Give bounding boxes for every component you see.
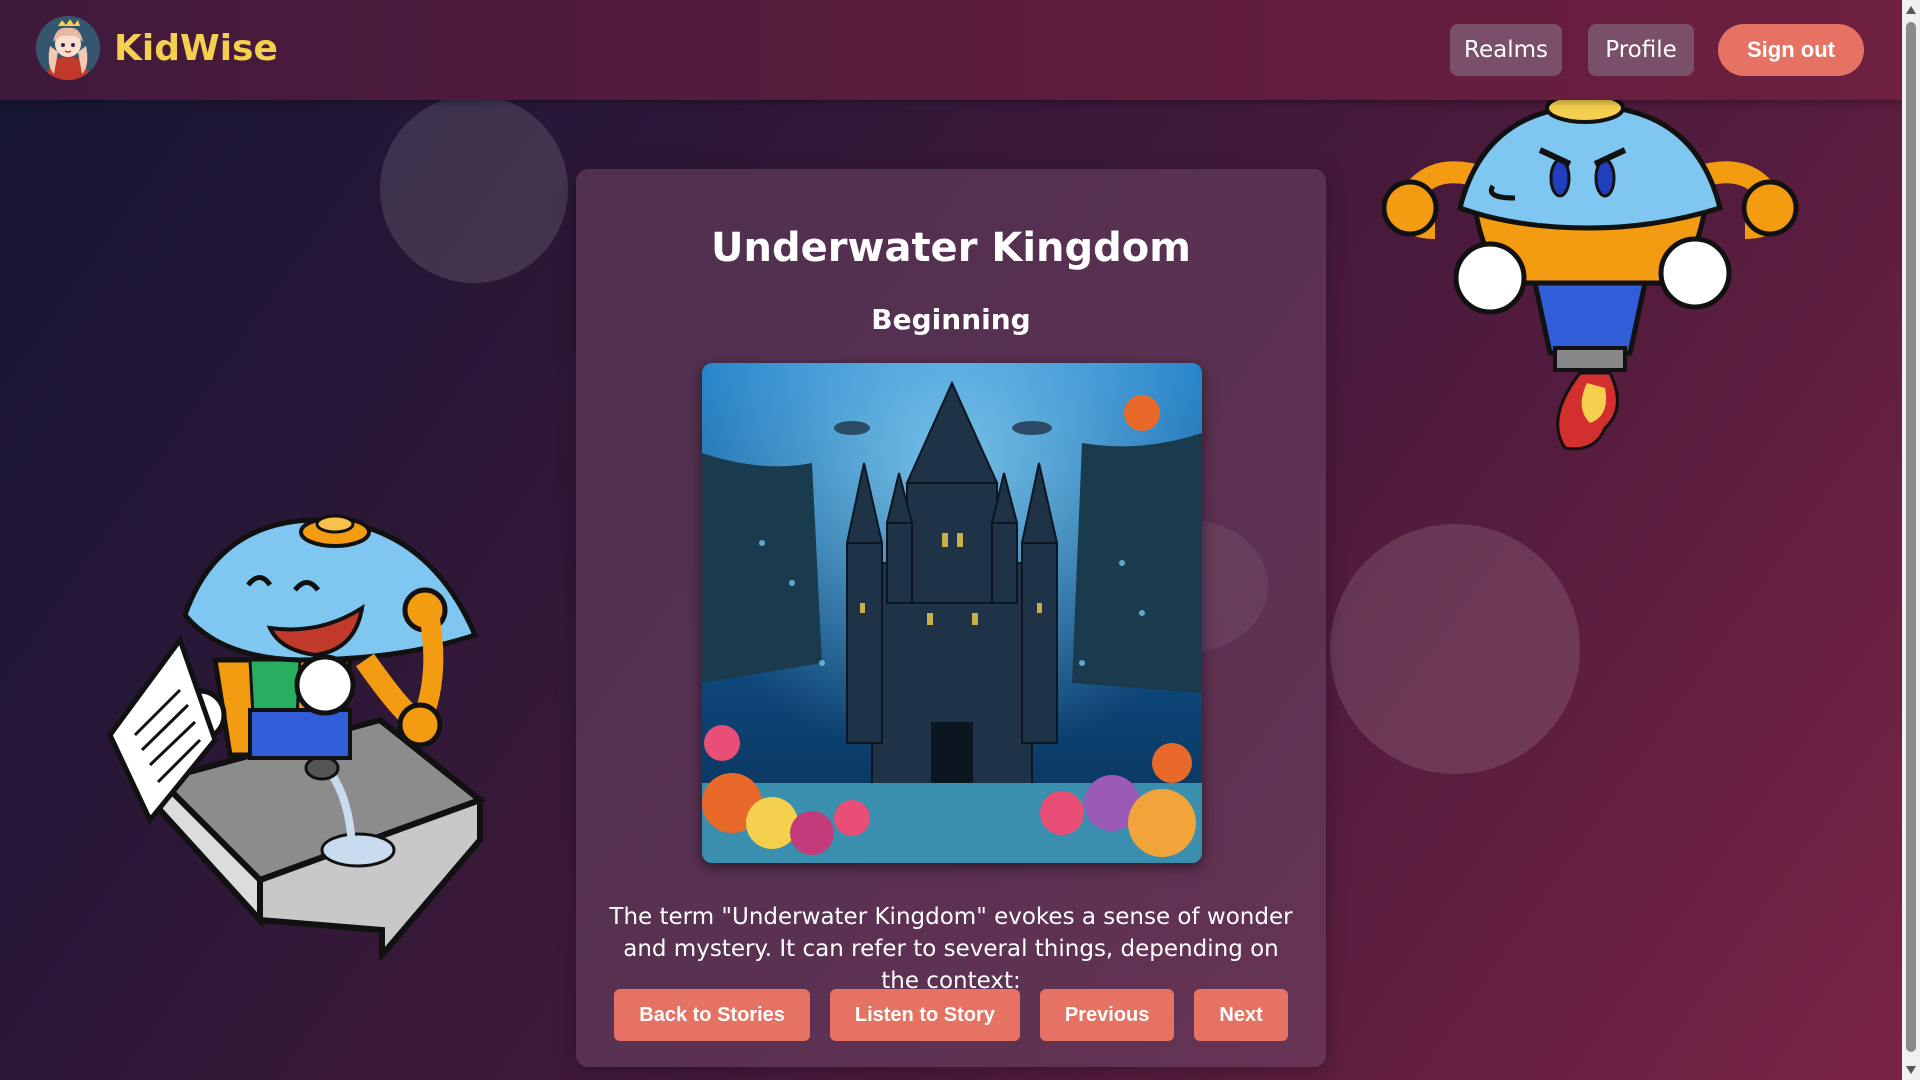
listen-to-story-button[interactable]: Listen to Story (829, 989, 1020, 1041)
realms-button[interactable]: Realms (1450, 24, 1562, 76)
page-scrollbar[interactable] (1902, 0, 1920, 1080)
brand[interactable]: KidWise (36, 16, 278, 80)
brand-avatar-icon (36, 16, 100, 80)
decorative-bubble (1330, 524, 1580, 774)
jet-robot-mascot-icon (1365, 92, 1815, 462)
next-button[interactable]: Next (1194, 989, 1288, 1041)
profile-button[interactable]: Profile (1588, 24, 1694, 76)
scroll-thumb[interactable] (1906, 22, 1916, 1052)
story-illustration (702, 363, 1202, 863)
story-card: Underwater Kingdom Beginning The term "U… (576, 169, 1326, 1067)
decorative-bubble (380, 95, 568, 283)
story-actions: Back to Stories Listen to Story Previous… (576, 989, 1326, 1041)
scroll-up-icon[interactable] (1906, 6, 1916, 14)
brand-name: KidWise (114, 27, 278, 69)
top-navbar: KidWise Realms Profile Sign out (0, 0, 1902, 100)
story-text: The term "Underwater Kingdom" evokes a s… (609, 904, 1293, 994)
sign-out-button[interactable]: Sign out (1718, 24, 1864, 76)
scroll-down-icon[interactable] (1906, 1066, 1916, 1074)
back-to-stories-button[interactable]: Back to Stories (614, 989, 810, 1041)
announcer-mascot-icon (100, 510, 490, 964)
story-title: Underwater Kingdom (711, 225, 1191, 271)
chapter-heading: Beginning (871, 303, 1031, 336)
previous-button[interactable]: Previous (1039, 989, 1175, 1041)
